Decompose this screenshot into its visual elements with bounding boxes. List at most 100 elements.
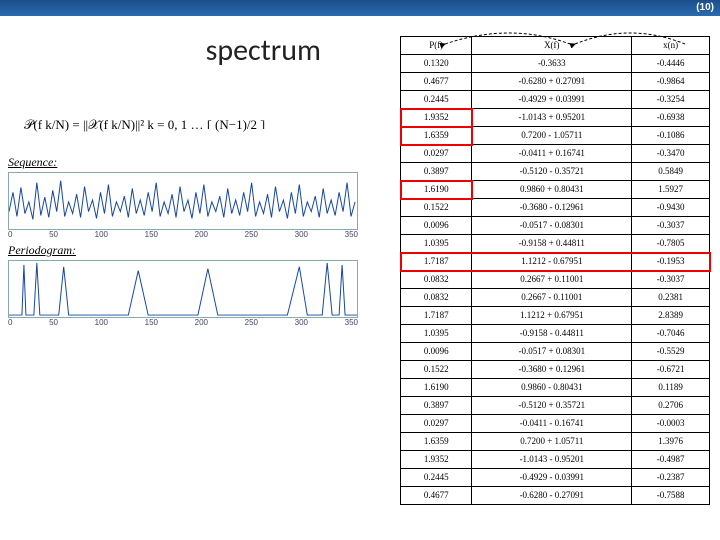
cell-p: 0.2445 (401, 469, 472, 487)
slide-body: spectrum 𝒫(f k/N) = ||𝒳(f k/N)||² k = 0,… (0, 16, 720, 540)
cell-x: 0.9860 + 0.80431 (472, 181, 632, 199)
cell-xn: -0.5529 (632, 343, 710, 361)
cell-x: -0.9158 + 0.44811 (472, 235, 632, 253)
cell-xn: 1.5927 (632, 181, 710, 199)
data-table: P(f) X(f) x(n) 0.1320-0.3633-0.44460.467… (400, 36, 710, 505)
axis-tick: 100 (95, 318, 108, 327)
cell-xn: -0.3470 (632, 145, 710, 163)
page-number: (10) (696, 0, 714, 16)
cell-xn: -0.9430 (632, 199, 710, 217)
cell-p: 0.1522 (401, 199, 472, 217)
cell-p: 0.3897 (401, 163, 472, 181)
periodogram-line (9, 263, 357, 315)
table-row: 1.71871.1212 - 0.67951-0.1953 (401, 253, 710, 271)
title-bar: (10) (0, 0, 720, 16)
cell-p: 1.0395 (401, 235, 472, 253)
cell-x: -0.4929 - 0.03991 (472, 469, 632, 487)
table-row: 0.3897-0.5120 + 0.357210.2706 (401, 397, 710, 415)
cell-xn: -0.2387 (632, 469, 710, 487)
col-header-xn: x(n) (632, 37, 710, 55)
cell-p: 1.7187 (401, 253, 472, 271)
axis-tick: 150 (145, 230, 158, 239)
cell-x: -0.9158 - 0.44811 (472, 325, 632, 343)
cell-xn: -0.3254 (632, 91, 710, 109)
axis-tick: 50 (49, 230, 58, 239)
table-row: 1.63590.7200 - 1.05711-0.1086 (401, 127, 710, 145)
table-row: 0.0096-0.0517 - 0.08301-0.3037 (401, 217, 710, 235)
cell-x: -0.5120 + 0.35721 (472, 397, 632, 415)
cell-p: 0.2445 (401, 91, 472, 109)
axis-tick: 50 (49, 318, 58, 327)
table-row: 0.2445-0.4929 + 0.03991-0.3254 (401, 91, 710, 109)
table-row: 0.3897-0.5120 - 0.357210.5849 (401, 163, 710, 181)
cell-xn: 0.2706 (632, 397, 710, 415)
cell-xn: -0.9864 (632, 73, 710, 91)
cell-p: 1.6190 (401, 379, 472, 397)
cell-p: 0.1522 (401, 361, 472, 379)
sequence-line (9, 181, 355, 220)
axis-tick: 100 (95, 230, 108, 239)
table-row: 1.61900.9860 + 0.804311.5927 (401, 181, 710, 199)
table-row: 1.0395-0.9158 + 0.44811-0.7805 (401, 235, 710, 253)
page-title: spectrum (164, 32, 363, 69)
cell-xn: 1.3976 (632, 433, 710, 451)
cell-xn: -0.7046 (632, 325, 710, 343)
periodogram-plot (8, 260, 358, 318)
axis-tick: 0 (8, 318, 12, 327)
cell-x: -0.0411 + 0.16741 (472, 145, 632, 163)
cell-p: 0.0096 (401, 343, 472, 361)
cell-p: 0.4677 (401, 73, 472, 91)
col-header-x: X(f) (472, 37, 632, 55)
axis-tick: 300 (295, 230, 308, 239)
axis-tick: 200 (195, 318, 208, 327)
cell-xn: -0.6938 (632, 109, 710, 127)
table-row: 0.0096-0.0517 + 0.08301-0.5529 (401, 343, 710, 361)
cell-p: 0.0096 (401, 217, 472, 235)
sequence-plot (8, 172, 358, 230)
cell-x: 0.9860 - 0.80431 (472, 379, 632, 397)
cell-x: -1.0143 - 0.95201 (472, 451, 632, 469)
axis-tick: 350 (345, 230, 358, 239)
cell-xn: 2.8389 (632, 307, 710, 325)
table-row: 0.4677-0.6280 - 0.27091-0.7588 (401, 487, 710, 505)
cell-x: 1.1212 + 0.67951 (472, 307, 632, 325)
cell-p: 1.6359 (401, 127, 472, 145)
cell-p: 0.0297 (401, 145, 472, 163)
cell-xn: -0.1086 (632, 127, 710, 145)
table-row: 1.61900.9860 - 0.804310.1189 (401, 379, 710, 397)
cell-p: 1.9352 (401, 451, 472, 469)
cell-xn: 0.2381 (632, 289, 710, 307)
cell-xn: -0.3037 (632, 217, 710, 235)
table-row: 1.9352-1.0143 - 0.95201-0.4987 (401, 451, 710, 469)
cell-p: 1.6190 (401, 181, 472, 199)
axis-tick: 250 (245, 230, 258, 239)
table-row: 1.71871.1212 + 0.679512.8389 (401, 307, 710, 325)
cell-x: -0.3633 (472, 55, 632, 73)
cell-x: 0.7200 - 1.05711 (472, 127, 632, 145)
periodogram-formula: 𝒫(f k/N) = ||𝒳(f k/N)||² k = 0, 1 … ⌈ (N… (24, 117, 363, 133)
cell-p: 0.0832 (401, 271, 472, 289)
axis-tick: 150 (145, 318, 158, 327)
axis-tick: 300 (295, 318, 308, 327)
table-row: 0.1522-0.3680 + 0.12961-0.6721 (401, 361, 710, 379)
cell-x: -0.0411 - 0.16741 (472, 415, 632, 433)
table-header-row: P(f) X(f) x(n) (401, 37, 710, 55)
table-row: 1.9352-1.0143 + 0.95201-0.6938 (401, 109, 710, 127)
axis-tick: 200 (195, 230, 208, 239)
cell-x: -0.3680 + 0.12961 (472, 361, 632, 379)
cell-xn: -0.1953 (632, 253, 710, 271)
cell-x: -0.0517 - 0.08301 (472, 217, 632, 235)
cell-p: 0.0297 (401, 415, 472, 433)
axis-tick: 250 (245, 318, 258, 327)
cell-p: 1.7187 (401, 307, 472, 325)
cell-x: -0.3680 - 0.12961 (472, 199, 632, 217)
cell-p: 1.9352 (401, 109, 472, 127)
cell-xn: -0.6721 (632, 361, 710, 379)
table-row: 1.63590.7200 + 1.057111.3976 (401, 433, 710, 451)
cell-x: 0.2667 - 0.11001 (472, 289, 632, 307)
cell-p: 1.0395 (401, 325, 472, 343)
right-column: P(f) X(f) x(n) 0.1320-0.3633-0.44460.467… (369, 16, 720, 540)
cell-p: 0.1320 (401, 55, 472, 73)
sequence-label: Sequence: (8, 155, 363, 170)
table-row: 1.0395-0.9158 - 0.44811-0.7046 (401, 325, 710, 343)
